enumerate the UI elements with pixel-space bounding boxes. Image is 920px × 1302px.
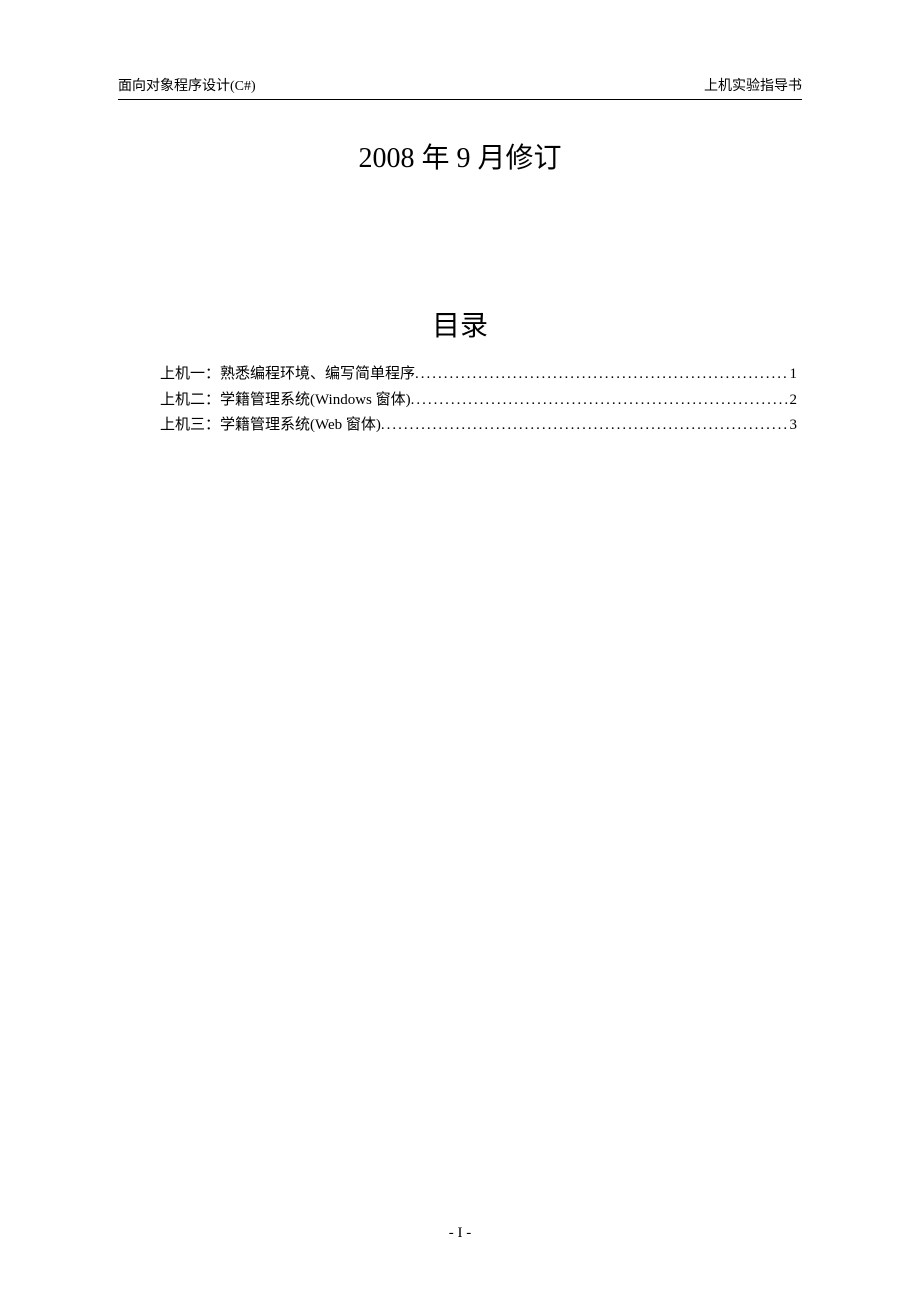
header-left: 面向对象程序设计(C#): [118, 75, 256, 95]
toc-entry-label: 上机一：熟悉编程环境、编写简单程序: [160, 362, 415, 388]
toc-leader: ........................................…: [415, 362, 787, 388]
toc-entry-page: 3: [788, 413, 798, 439]
toc-leader: ........................................…: [411, 388, 788, 414]
toc-entry-label: 上机二：学籍管理系统(Windows 窗体): [160, 388, 411, 414]
toc-entry: 上机一：熟悉编程环境、编写简单程序 ......................…: [160, 362, 797, 388]
toc-leader: ........................................…: [381, 413, 788, 439]
document-page: 面向对象程序设计(C#) 上机实验指导书 2008 年 9 月修订 目录 上机一…: [0, 0, 920, 1302]
toc-entry: 上机二：学籍管理系统(Windows 窗体) .................…: [160, 388, 797, 414]
toc-entry-page: 2: [788, 388, 798, 414]
toc-entry-page: 1: [788, 362, 798, 388]
toc-title: 目录: [118, 304, 802, 344]
page-footer: - I -: [0, 1225, 920, 1242]
toc-entry-label: 上机三：学籍管理系统(Web 窗体): [160, 413, 381, 439]
header-right: 上机实验指导书: [704, 75, 802, 95]
page-header: 面向对象程序设计(C#) 上机实验指导书: [118, 75, 802, 100]
revision-date: 2008 年 9 月修订: [118, 136, 802, 176]
toc-entry: 上机三：学籍管理系统(Web 窗体) .....................…: [160, 413, 797, 439]
toc-list: 上机一：熟悉编程环境、编写简单程序 ......................…: [118, 362, 802, 439]
